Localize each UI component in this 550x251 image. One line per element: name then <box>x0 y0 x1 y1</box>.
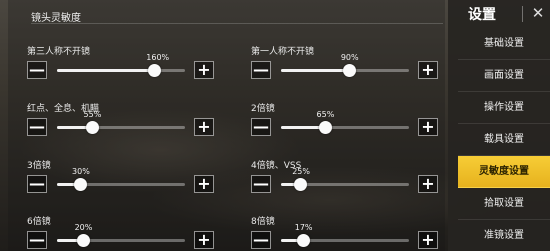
setting-8x-scope: 8倍镜 — 17% + <box>251 214 451 251</box>
slider-track[interactable]: 90% <box>281 53 409 77</box>
settings-sidebar: 设置 ✕ 基础设置 画面设置 操作设置 载具设置 灵敏度设置 拾取设置 准镜设置 <box>448 0 550 251</box>
slider-track[interactable]: 25% <box>281 167 409 191</box>
setting-tpp-no-scope: 第三人称不开镜 — 160% + <box>27 44 227 92</box>
settings-title: 设置 <box>468 7 496 23</box>
slider-value: 20% <box>74 223 93 232</box>
setting-4x-vss: 4倍镜、VSS — 25% + <box>251 158 451 206</box>
slider-track[interactable]: 65% <box>281 110 409 134</box>
slider-value: 65% <box>316 110 335 119</box>
header-divider <box>522 6 523 22</box>
section-divider <box>31 23 443 24</box>
decrease-button[interactable]: — <box>27 118 47 136</box>
setting-label: 2倍镜 <box>251 104 275 114</box>
decrease-button[interactable]: — <box>27 175 47 193</box>
increase-button[interactable]: + <box>418 61 438 79</box>
slider-track[interactable]: 55% <box>57 110 185 134</box>
decrease-button[interactable]: — <box>251 118 271 136</box>
increase-button[interactable]: + <box>194 61 214 79</box>
slider-knob[interactable] <box>74 178 88 191</box>
close-icon[interactable]: ✕ <box>528 3 548 23</box>
slider-knob[interactable] <box>342 64 356 77</box>
setting-label: 8倍镜 <box>251 217 275 227</box>
setting-label: 第一人称不开镜 <box>251 47 315 57</box>
slider-fill <box>281 69 349 72</box>
slider-knob[interactable] <box>318 121 332 134</box>
slider-track[interactable]: 160% <box>57 53 185 77</box>
decrease-button[interactable]: — <box>251 231 271 249</box>
sidebar-item-scope[interactable]: 准镜设置 <box>458 220 550 251</box>
setting-6x-scope: 6倍镜 — 20% + <box>27 214 227 251</box>
sensitivity-panel: 镜头灵敏度 第三人称不开镜 — 160% + 第一人称不开镜 — 90% + 红… <box>8 0 445 251</box>
increase-button[interactable]: + <box>418 175 438 193</box>
slider-fill <box>281 126 325 129</box>
increase-button[interactable]: + <box>194 175 214 193</box>
increase-button[interactable]: + <box>194 231 214 249</box>
decrease-button[interactable]: — <box>251 61 271 79</box>
slider-track[interactable]: 20% <box>57 223 185 247</box>
slider-value: 30% <box>72 167 90 176</box>
slider-value: 90% <box>340 53 359 62</box>
increase-button[interactable]: + <box>418 118 438 136</box>
slider-track[interactable]: 17% <box>281 223 409 247</box>
decrease-button[interactable]: — <box>27 231 47 249</box>
sidebar-item-pickup[interactable]: 拾取设置 <box>458 188 550 220</box>
decrease-button[interactable]: — <box>27 61 47 79</box>
setting-fpp-no-scope: 第一人称不开镜 — 90% + <box>251 44 451 92</box>
section-title: 镜头灵敏度 <box>31 13 81 24</box>
setting-3x-scope: 3倍镜 — 30% + <box>27 158 227 206</box>
decrease-button[interactable]: — <box>251 175 271 193</box>
slider-value: 17% <box>294 223 313 232</box>
slider-value: 25% <box>292 167 310 176</box>
slider-value: 55% <box>83 110 102 119</box>
sidebar-item-sensitivity[interactable]: 灵敏度设置 <box>458 156 550 188</box>
slider-knob[interactable] <box>85 121 99 134</box>
setting-2x-scope: 2倍镜 — 65% + <box>251 101 451 149</box>
slider-knob[interactable] <box>296 234 310 247</box>
setting-label: 第三人称不开镜 <box>27 47 91 57</box>
sidebar-header: 设置 ✕ <box>448 0 550 28</box>
slider-knob[interactable] <box>76 234 90 247</box>
slider-knob[interactable] <box>294 178 308 191</box>
sidebar-item-graphics[interactable]: 画面设置 <box>458 60 550 92</box>
increase-button[interactable]: + <box>194 118 214 136</box>
slider-knob[interactable] <box>148 64 162 77</box>
setting-red-dot-holo: 红点、全息、机瞄 — 55% + <box>27 101 227 149</box>
sidebar-item-controls[interactable]: 操作设置 <box>458 92 550 124</box>
slider-value: 160% <box>146 53 170 62</box>
slider-track[interactable]: 30% <box>57 167 185 191</box>
slider-fill <box>57 69 155 72</box>
setting-label: 6倍镜 <box>27 217 51 227</box>
sidebar-item-vehicle[interactable]: 载具设置 <box>458 124 550 156</box>
setting-label: 3倍镜 <box>27 161 51 171</box>
increase-button[interactable]: + <box>418 231 438 249</box>
sidebar-item-basic[interactable]: 基础设置 <box>458 28 550 60</box>
